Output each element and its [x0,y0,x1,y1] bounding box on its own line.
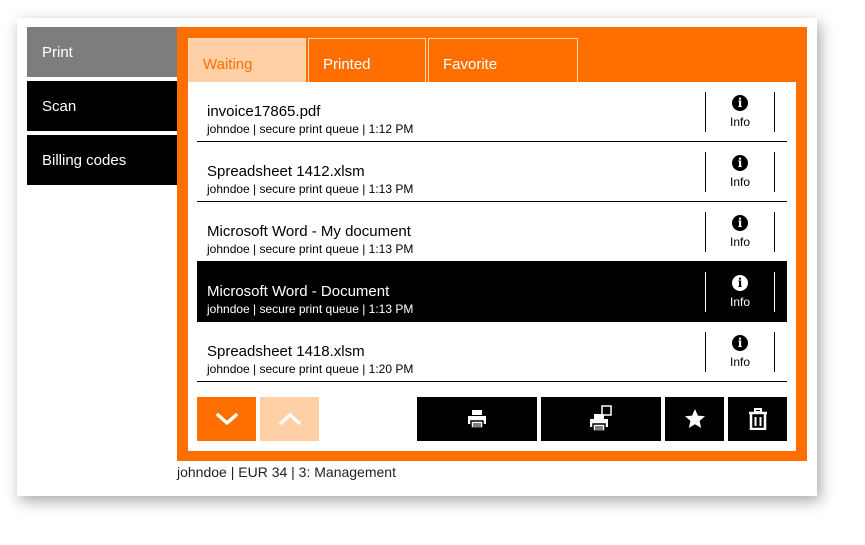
sidebar-item-print[interactable]: Print [27,27,177,77]
tab-bar: Waiting Printed Favorite [188,38,580,82]
chevron-up-icon [278,413,301,425]
job-list: invoice17865.pdf johndoe | secure print … [197,82,787,382]
star-icon [684,409,705,428]
info-icon: i [732,155,748,171]
job-title: Microsoft Word - My document [207,223,411,240]
sidebar-item-scan[interactable]: Scan [27,81,177,131]
info-icon: i [732,95,748,111]
info-icon: i [732,215,748,231]
job-subtitle: johndoe | secure print queue | 1:12 PM [207,122,414,136]
job-row[interactable]: Spreadsheet 1418.xlsm johndoe | secure p… [197,322,787,382]
job-title: invoice17865.pdf [207,103,321,120]
tab-favorite[interactable]: Favorite [428,38,578,82]
job-row[interactable]: Microsoft Word - My document johndoe | s… [197,202,787,262]
job-subtitle: johndoe | secure print queue | 1:13 PM [207,182,414,196]
job-title: Spreadsheet 1418.xlsm [207,343,365,360]
info-icon: i [732,275,748,291]
delete-button[interactable] [728,397,787,441]
scroll-down-button[interactable] [197,397,256,441]
info-button[interactable]: i Info [705,212,775,252]
print-copies-button[interactable] [541,397,661,441]
favorite-button[interactable] [665,397,724,441]
job-subtitle: johndoe | secure print queue | 1:13 PM [207,242,414,256]
info-button[interactable]: i Info [705,92,775,132]
sidebar-item-billing-codes[interactable]: Billing codes [27,135,177,185]
job-title: Microsoft Word - Document [207,283,390,300]
info-label: Info [729,115,750,129]
status-bar: johndoe | EUR 34 | 3: Management [177,464,396,480]
job-row[interactable]: Spreadsheet 1412.xlsm johndoe | secure p… [197,142,787,202]
scroll-up-button[interactable] [260,397,319,441]
info-label: Info [729,355,750,369]
job-subtitle: johndoe | secure print queue | 1:20 PM [207,362,414,376]
printer-icon [468,410,486,429]
info-label: Info [729,235,750,249]
job-subtitle: johndoe | secure print queue | 1:13 PM [207,302,414,316]
tab-printed[interactable]: Printed [308,38,426,82]
job-title: Spreadsheet 1412.xlsm [207,163,365,180]
job-list-container: invoice17865.pdf johndoe | secure print … [188,82,796,451]
info-icon: i [732,335,748,351]
job-row[interactable]: invoice17865.pdf johndoe | secure print … [197,82,787,142]
job-row-selected[interactable]: Microsoft Word - Document johndoe | secu… [197,262,787,322]
chevron-down-icon [215,413,238,425]
info-button[interactable]: i Info [705,152,775,192]
print-copies-icon [590,405,612,432]
print-panel: Waiting Printed Favorite invoice17865.pd… [177,27,807,461]
print-button[interactable] [417,397,537,441]
info-button[interactable]: i Info [705,272,775,312]
tab-waiting[interactable]: Waiting [188,38,306,82]
info-label: Info [729,295,750,309]
job-toolbar [197,397,787,441]
sidebar: Print Scan Billing codes [27,27,177,189]
info-button[interactable]: i Info [705,332,775,372]
info-label: Info [729,175,750,189]
trash-icon [748,408,767,430]
